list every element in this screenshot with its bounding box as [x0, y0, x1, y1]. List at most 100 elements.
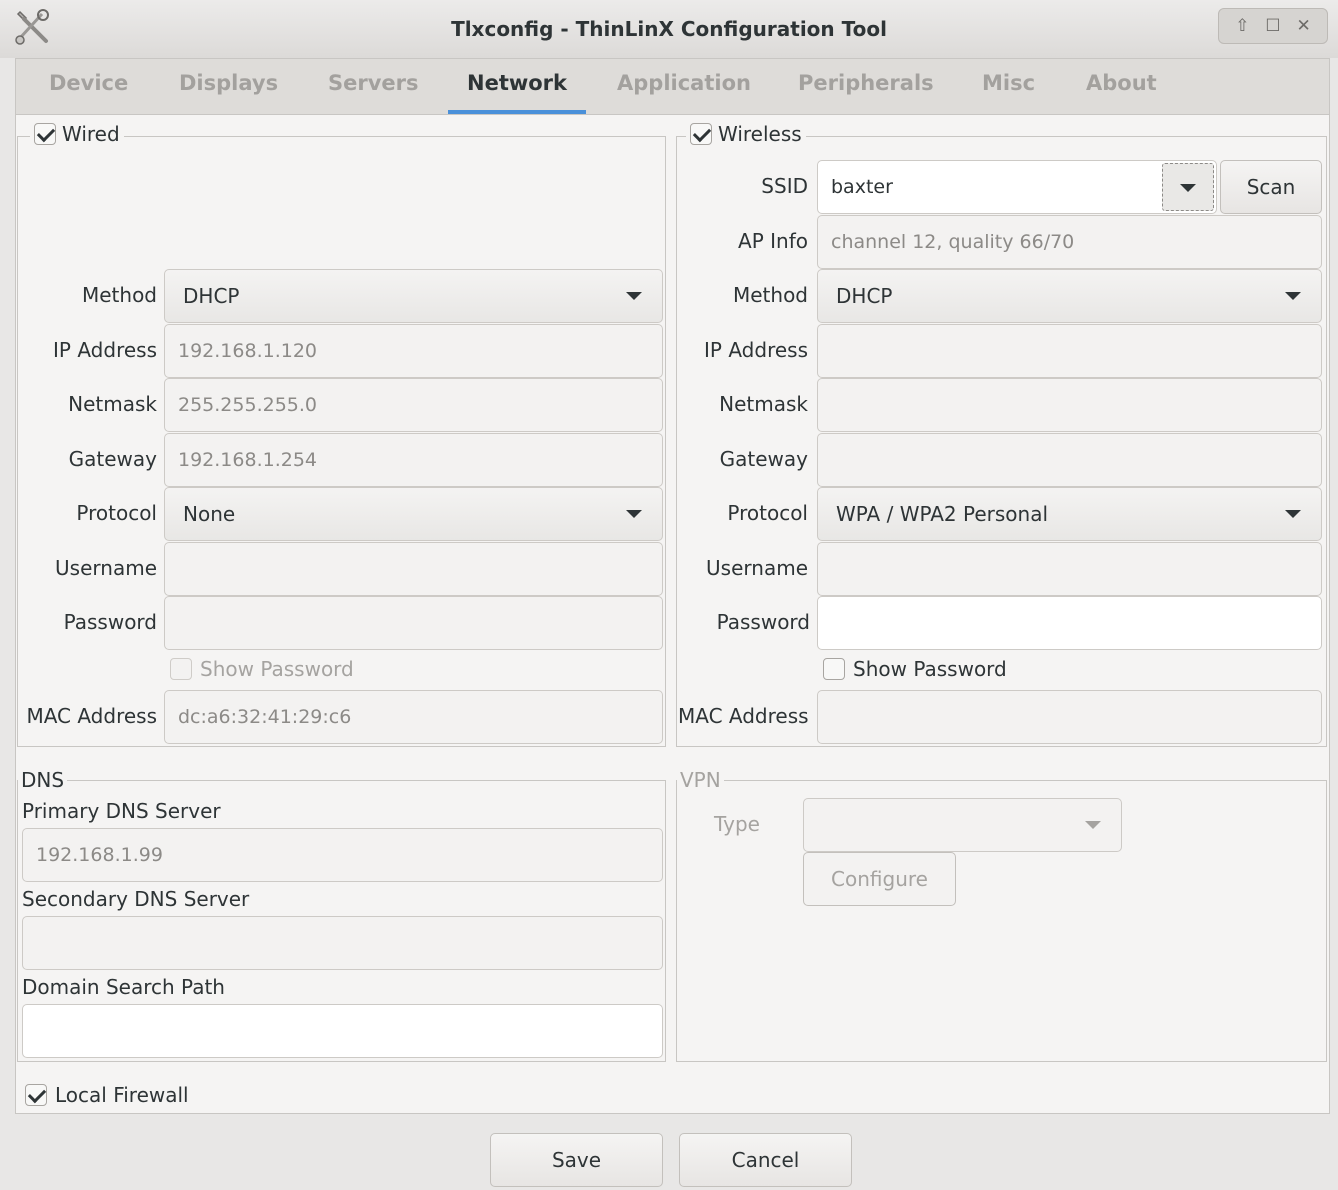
wireless-method-value: DHCP	[836, 284, 893, 308]
local-firewall-checkbox[interactable]	[25, 1084, 47, 1106]
apinfo-label: AP Info	[738, 229, 808, 253]
window-controls: ⇧ ☐ ✕	[1218, 8, 1328, 44]
title-bar[interactable]: Tlxconfig - ThinLinX Configuration Tool …	[0, 0, 1338, 58]
primary-dns-label: Primary DNS Server	[22, 799, 221, 823]
wired-mac-field[interactable]: dc:a6:32:41:29:c6	[164, 690, 663, 744]
wired-label: Wired	[62, 122, 120, 146]
cancel-button[interactable]: Cancel	[679, 1133, 852, 1187]
wireless-protocol-label: Protocol	[727, 501, 808, 525]
tab-displays[interactable]: Displays	[179, 71, 278, 95]
wired-username-field[interactable]	[164, 542, 663, 596]
chevron-down-icon	[1285, 510, 1301, 518]
domain-search-label: Domain Search Path	[22, 975, 225, 999]
wired-ip-value: 192.168.1.120	[178, 340, 318, 362]
apinfo-value: channel 12, quality 66/70	[831, 231, 1075, 253]
wired-protocol-select[interactable]: None	[164, 487, 663, 541]
wired-ip-field[interactable]: 192.168.1.120	[164, 324, 663, 378]
wired-method-select[interactable]: DHCP	[164, 269, 663, 323]
wireless-method-label: Method	[732, 283, 808, 307]
wireless-mac-label: MAC Address	[678, 704, 809, 728]
wired-show-password-label: Show Password	[200, 657, 354, 681]
wireless-protocol-select[interactable]: WPA / WPA2 Personal	[817, 487, 1322, 541]
wired-netmask-value: 255.255.255.0	[178, 394, 318, 416]
vpn-type-select[interactable]	[803, 798, 1122, 852]
scan-button[interactable]: Scan	[1220, 160, 1322, 214]
wired-username-label: Username	[55, 556, 157, 580]
wired-legend: Wired	[30, 122, 124, 146]
chevron-down-icon	[1285, 292, 1301, 300]
wired-mac-label: MAC Address	[26, 704, 157, 728]
wired-netmask-label: Netmask	[68, 392, 157, 416]
wired-method-label: Method	[81, 283, 157, 307]
wired-method-value: DHCP	[183, 284, 240, 308]
wireless-ip-label: IP Address	[704, 338, 808, 362]
dns-label: DNS	[21, 768, 65, 792]
tab-application[interactable]: Application	[617, 71, 751, 95]
primary-dns-field[interactable]: 192.168.1.99	[22, 828, 663, 882]
wireless-gateway-label: Gateway	[719, 447, 808, 471]
vpn-legend: VPN	[677, 768, 724, 792]
domain-search-field[interactable]	[22, 1004, 663, 1058]
tab-misc[interactable]: Misc	[982, 71, 1035, 95]
tab-bar: Device Displays Servers Network Applicat…	[15, 58, 1330, 115]
chevron-down-icon	[1085, 821, 1101, 829]
secondary-dns-field[interactable]	[22, 916, 663, 970]
wireless-show-password[interactable]: Show Password	[823, 657, 1007, 681]
wired-password-field[interactable]	[164, 596, 663, 650]
dns-legend: DNS	[18, 768, 68, 792]
keep-above-icon[interactable]: ⇧	[1231, 15, 1253, 37]
wireless-method-select[interactable]: DHCP	[817, 269, 1322, 323]
tab-network[interactable]: Network	[467, 71, 567, 95]
ssid-combo-entry[interactable]: baxter	[817, 160, 1217, 214]
wired-gateway-value: 192.168.1.254	[178, 449, 318, 471]
chevron-down-icon	[626, 292, 642, 300]
wireless-label: Wireless	[718, 122, 802, 146]
chevron-down-icon	[1180, 184, 1196, 192]
wired-ip-label: IP Address	[53, 338, 157, 362]
wireless-legend: Wireless	[686, 122, 806, 146]
wireless-mac-field[interactable]	[817, 690, 1322, 744]
wireless-netmask-label: Netmask	[719, 392, 808, 416]
tab-servers[interactable]: Servers	[328, 71, 419, 95]
wired-netmask-field[interactable]: 255.255.255.0	[164, 378, 663, 432]
wireless-ip-field[interactable]	[817, 324, 1322, 378]
ssid-label: SSID	[761, 174, 808, 198]
wireless-username-label: Username	[706, 556, 808, 580]
maximize-icon[interactable]: ☐	[1262, 15, 1284, 37]
wired-show-password[interactable]: Show Password	[170, 657, 354, 681]
app-window: Tlxconfig - ThinLinX Configuration Tool …	[0, 0, 1338, 1190]
chevron-down-icon	[626, 510, 642, 518]
wired-password-label: Password	[63, 610, 157, 634]
wireless-username-field[interactable]	[817, 542, 1322, 596]
primary-dns-value: 192.168.1.99	[36, 844, 163, 866]
wired-protocol-value: None	[183, 502, 236, 526]
vpn-configure-button[interactable]: Configure	[803, 852, 956, 906]
local-firewall-label: Local Firewall	[55, 1083, 189, 1107]
save-button[interactable]: Save	[490, 1133, 663, 1187]
wired-mac-value: dc:a6:32:41:29:c6	[178, 706, 352, 728]
local-firewall-option[interactable]: Local Firewall	[25, 1083, 189, 1107]
wireless-password-field[interactable]	[817, 596, 1322, 650]
vpn-label: VPN	[680, 768, 721, 792]
wireless-netmask-field[interactable]	[817, 378, 1322, 432]
wired-gateway-label: Gateway	[68, 447, 157, 471]
ssid-dropdown-button[interactable]	[1162, 163, 1214, 211]
wired-gateway-field[interactable]: 192.168.1.254	[164, 433, 663, 487]
wired-checkbox[interactable]	[34, 123, 56, 145]
close-icon[interactable]: ✕	[1293, 15, 1315, 37]
window-title: Tlxconfig - ThinLinX Configuration Tool	[451, 17, 887, 41]
wireless-protocol-value: WPA / WPA2 Personal	[836, 502, 1049, 526]
secondary-dns-label: Secondary DNS Server	[22, 887, 250, 911]
tab-peripherals[interactable]: Peripherals	[798, 71, 934, 95]
wireless-checkbox[interactable]	[690, 123, 712, 145]
apinfo-field[interactable]: channel 12, quality 66/70	[817, 215, 1322, 269]
wireless-show-password-checkbox[interactable]	[823, 658, 845, 680]
wireless-password-label: Password	[716, 610, 810, 634]
tab-device[interactable]: Device	[49, 71, 128, 95]
wireless-gateway-field[interactable]	[817, 433, 1322, 487]
wired-protocol-label: Protocol	[76, 501, 157, 525]
ssid-value: baxter	[831, 176, 893, 198]
tab-about[interactable]: About	[1086, 71, 1157, 95]
wired-show-password-checkbox[interactable]	[170, 658, 192, 680]
wireless-show-password-label: Show Password	[853, 657, 1007, 681]
